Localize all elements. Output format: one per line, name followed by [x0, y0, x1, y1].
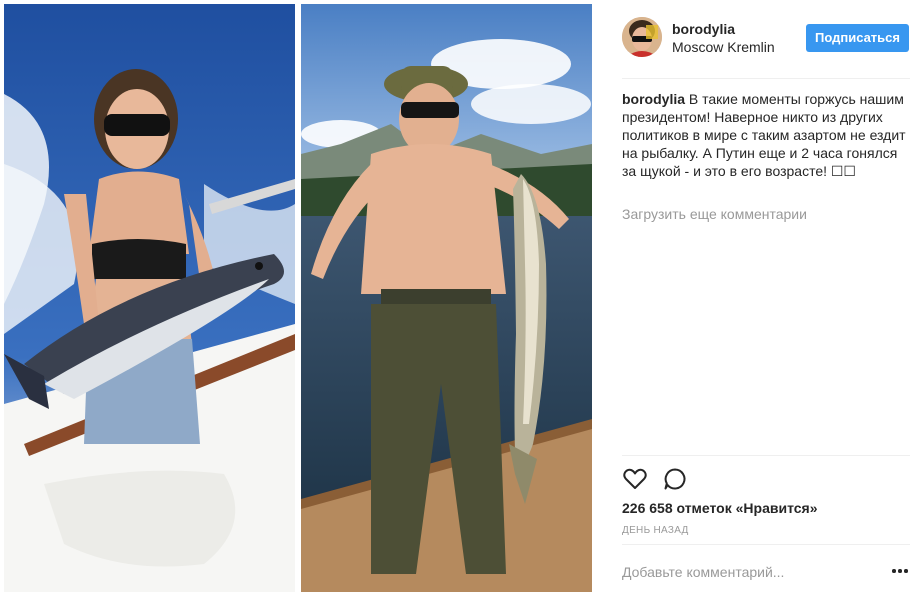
photo-man-with-pike [301, 4, 592, 592]
caption: borodylia В такие моменты горжусь нашим … [622, 90, 912, 180]
divider [622, 455, 910, 456]
post-side-panel: borodylia Moscow Kremlin Подписаться bor… [608, 0, 914, 592]
post-media[interactable] [0, 0, 600, 592]
divider [622, 544, 910, 545]
timestamp: ДЕНЬ НАЗАД [622, 525, 689, 536]
divider [622, 78, 910, 79]
photo-woman-with-tuna [4, 4, 295, 592]
username[interactable]: borodylia [672, 21, 735, 37]
speech-bubble-icon[interactable] [662, 466, 688, 492]
avatar[interactable] [622, 17, 662, 57]
heart-icon[interactable] [622, 466, 648, 492]
ellipsis-icon[interactable] [892, 566, 910, 576]
likes-count[interactable]: 226 658 отметок «Нравится» [622, 500, 818, 516]
comment-input[interactable] [622, 562, 862, 582]
instagram-post: borodylia Moscow Kremlin Подписаться bor… [0, 0, 914, 592]
load-more-comments-link[interactable]: Загрузить еще комментарии [622, 206, 807, 222]
post-header: borodylia Moscow Kremlin Подписаться [608, 0, 914, 78]
location[interactable]: Moscow Kremlin [672, 39, 775, 55]
caption-username[interactable]: borodylia [622, 91, 685, 107]
follow-button[interactable]: Подписаться [806, 24, 909, 52]
